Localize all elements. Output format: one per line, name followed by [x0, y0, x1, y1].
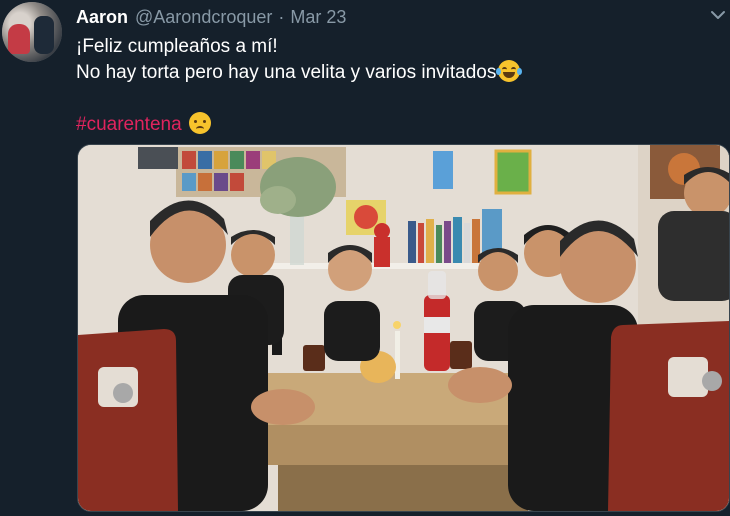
- tweet-line-1: ¡Feliz cumpleaños a mí!: [76, 36, 278, 57]
- disappointed-face-icon: [188, 112, 211, 134]
- user-handle[interactable]: @Aarondcroquer: [135, 7, 272, 28]
- hashtag-link[interactable]: #cuarentena: [76, 114, 182, 135]
- hashtag-line: #cuarentena: [76, 112, 520, 138]
- tweet-header: Aaron @Aarondcroquer · Mar 23: [76, 6, 346, 28]
- chevron-down-icon[interactable]: [708, 5, 728, 25]
- tweet-line-2: No hay torta pero hay una velita y vario…: [76, 62, 497, 83]
- tweet-date[interactable]: Mar 23: [290, 7, 346, 28]
- tweet[interactable]: Aaron @Aarondcroquer · Mar 23 ¡Feliz cum…: [0, 0, 730, 516]
- tweet-line-2-wrapper: No hay torta pero hay una velita y vario…: [76, 60, 523, 86]
- face-with-tears-of-joy-icon: [496, 60, 523, 82]
- separator-dot: ·: [278, 6, 285, 27]
- avatar[interactable]: [2, 2, 62, 62]
- display-name[interactable]: Aaron: [76, 7, 128, 28]
- tweet-photo[interactable]: [77, 144, 730, 512]
- tweet-text: ¡Feliz cumpleaños a mí! No hay torta per…: [76, 34, 523, 138]
- photo-illustration: [78, 145, 729, 511]
